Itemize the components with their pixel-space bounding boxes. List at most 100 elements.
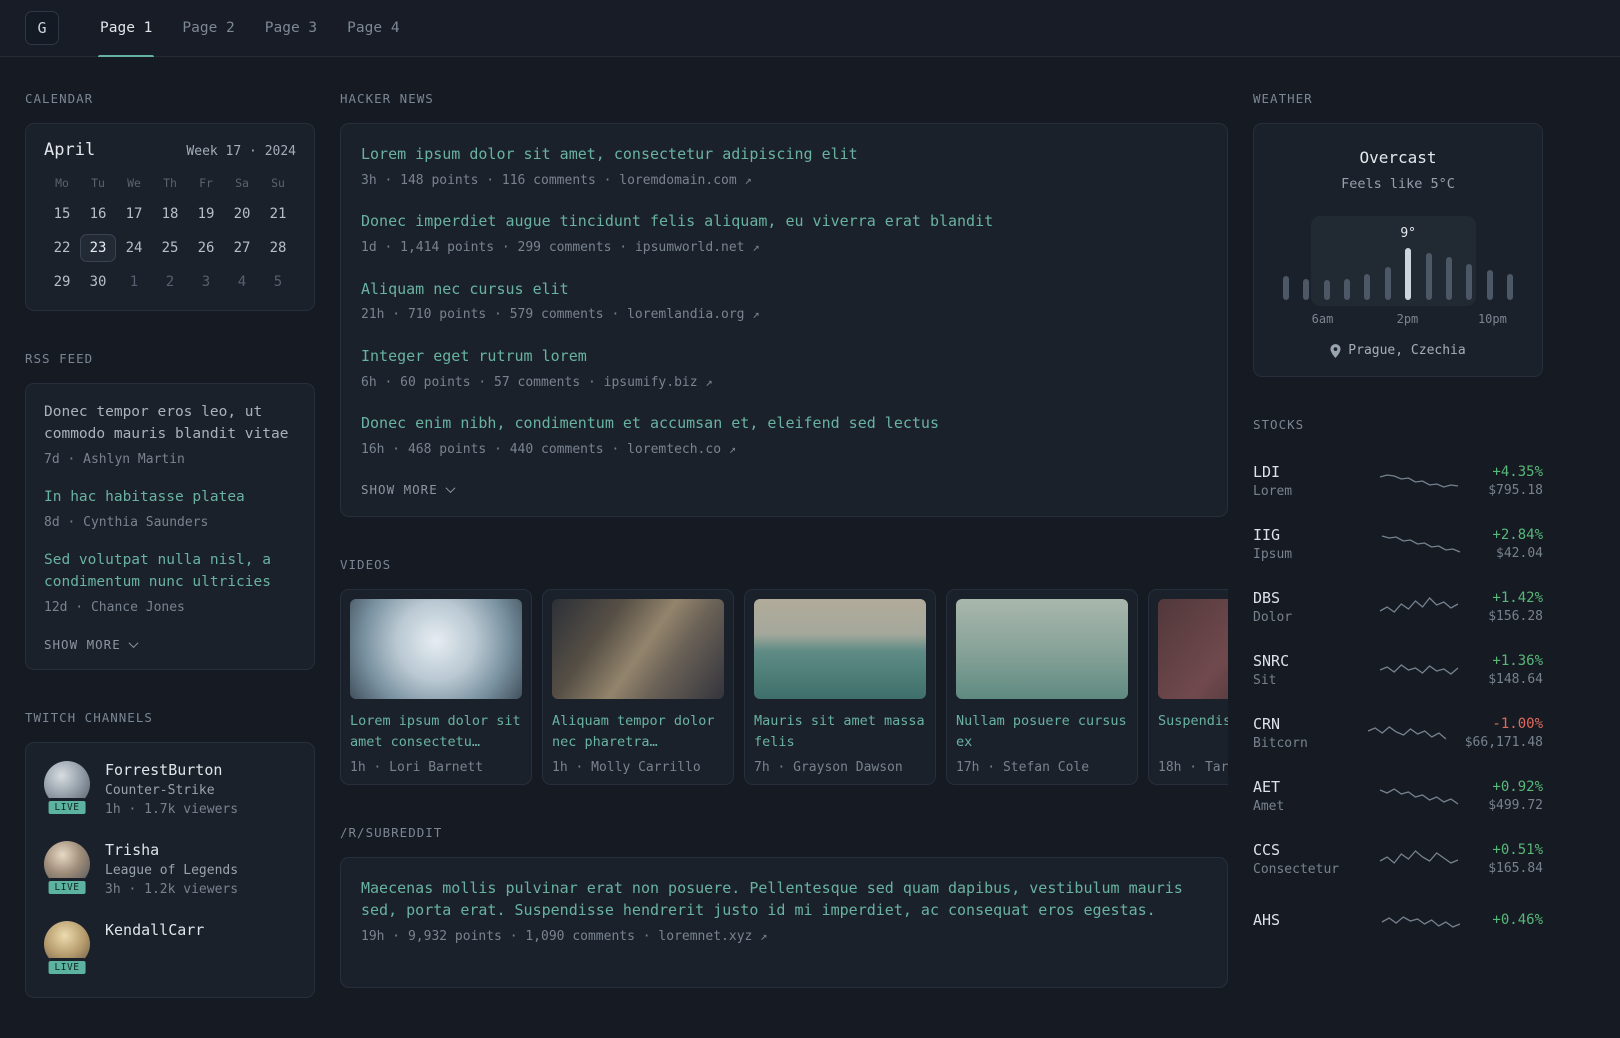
hackernews-widget: HACKER NEWS Lorem ipsum dolor sit amet, … (340, 91, 1228, 518)
stock-name: Sit (1253, 672, 1277, 688)
external-link-icon: ↗ (705, 374, 713, 389)
story-domain-link[interactable]: loremtech.co ↗ (627, 442, 736, 457)
video-title-link[interactable]: Mauris sit amet massa felis (754, 711, 926, 753)
stock-change: +0.51% (1492, 841, 1543, 858)
stock-values: +1.36% $148.64 (1488, 653, 1543, 687)
video-meta: 18h · Tara (1158, 760, 1228, 776)
rss-show-more-button[interactable]: SHOW MORE (44, 637, 139, 652)
rss-item-link[interactable]: In hac habitasse platea (44, 487, 296, 509)
story-title-link[interactable]: Donec enim nibh, condimentum et accumsan… (361, 413, 1207, 435)
calendar-header: April Week 17 · 2024 (44, 140, 296, 160)
video-list: Lorem ipsum dolor sit amet consectetu… 1h… (340, 589, 1228, 786)
story-domain-link[interactable]: loremdomain.com ↗ (619, 173, 751, 188)
weather-bar (1486, 269, 1493, 300)
rss-item: Donec tempor eros leo, ut commodo mauris… (44, 402, 296, 469)
calendar-day: 30 (89, 274, 107, 290)
story-item: Lorem ipsum dolor sit amet, consectetur … (361, 144, 1207, 190)
stock-name: Ipsum (1253, 546, 1293, 562)
calendar-day: 22 (53, 240, 71, 256)
rss-item-link[interactable]: Donec tempor eros leo, ut commodo mauris… (44, 402, 296, 446)
calendar-day: 18 (161, 206, 179, 222)
story-title-link[interactable]: Donec imperdiet augue tincidunt felis al… (361, 211, 1207, 233)
weather-chart: 9° (1280, 216, 1516, 306)
stock-ticker: CCS (1253, 840, 1281, 859)
video-thumbnail[interactable] (754, 599, 926, 700)
calendar-grid: Mo Tu We Th Fr Sa Su 15 16 17 18 19 20 21 22 23 24 25 26 27… (44, 172, 296, 296)
channel-game: Counter-Strike (105, 783, 215, 799)
story-domain-link[interactable]: loremnet.xyz ↗ (658, 929, 767, 944)
video-meta: 1h · Molly Carrillo (552, 760, 701, 776)
stock-values: +1.42% $156.28 (1488, 590, 1543, 624)
channel-name[interactable]: KendallCarr (105, 921, 204, 939)
stock-row[interactable]: CCS Consectetur +0.51% $165.84 (1253, 827, 1543, 890)
weather-bar (1344, 278, 1351, 300)
story-title-link[interactable]: Aliquam nec cursus elit (361, 279, 1207, 301)
channel-name[interactable]: ForrestBurton (105, 761, 238, 779)
video-title-link[interactable]: Lorem ipsum dolor sit amet consectetu… (350, 711, 522, 753)
rss-item-link[interactable]: Sed volutpat nulla nisl, a condimentum n… (44, 550, 296, 594)
video-title-link[interactable]: Suspendisse diam (1158, 711, 1228, 753)
stock-row[interactable]: SNRC Sit +1.36% $148.64 (1253, 638, 1543, 701)
video-card[interactable]: Nullam posuere cursus ex 17h · Stefan Col… (946, 589, 1138, 786)
story-stats: 19h · 9,932 points · 1,090 comments · (361, 928, 659, 944)
right-column: WEATHER Overcast Feels like 5°C 9° 6am 2p… (1253, 91, 1543, 993)
channel-meta: 1h · 1.7k viewers (105, 802, 239, 818)
main-content: CALENDAR April Week 17 · 2024 Mo Tu We Th Fr… (0, 57, 1620, 1038)
video-thumbnail[interactable] (350, 599, 522, 700)
hackernews-widget-title: HACKER NEWS (340, 91, 434, 106)
app-logo[interactable]: G (25, 11, 59, 45)
video-title-link[interactable]: Aliquam tempor dolor nec pharetra… (552, 711, 724, 753)
weather-bar (1445, 257, 1452, 300)
tab-page-2[interactable]: Page 2 (167, 0, 249, 56)
tab-page-1[interactable]: Page 1 (85, 0, 167, 57)
video-card[interactable]: Lorem ipsum dolor sit amet consectetu… 1h… (340, 589, 532, 786)
twitch-channel-row[interactable]: LIVE KendallCarr (44, 921, 296, 978)
video-card[interactable]: Suspendisse diam 18h · Tara (1148, 589, 1228, 786)
story-item: Aliquam nec cursus elit 21h · 710 points … (361, 279, 1207, 325)
stock-change: -1.00% (1492, 715, 1543, 732)
videos-widget-title: VIDEOS (340, 557, 392, 573)
stock-row[interactable]: DBS Dolor +1.42% $156.28 (1253, 575, 1543, 638)
tab-page-3[interactable]: Page 3 (250, 0, 332, 56)
chevron-down-icon (128, 638, 139, 649)
weather-location-row: Prague, Czechia (1272, 343, 1524, 358)
story-domain-link[interactable]: ipsumworld.net ↗ (635, 240, 760, 255)
video-thumbnail[interactable] (1158, 599, 1228, 700)
story-title-link[interactable]: Lorem ipsum dolor sit amet, consectetur … (361, 144, 1207, 166)
stock-row[interactable]: AET Amet +0.92% $499.72 (1253, 764, 1543, 827)
video-title-link[interactable]: Nullam posuere cursus ex (956, 711, 1128, 753)
twitch-channel-row[interactable]: LIVE ForrestBurton Counter-Strike 1h · 1.7k… (44, 761, 296, 818)
location-pin-icon (1330, 343, 1341, 358)
story-domain-link[interactable]: loremlandia.org ↗ (627, 307, 759, 322)
stock-values: +4.35% $795.18 (1488, 464, 1543, 498)
story-meta: 1d · 1,414 points · 299 comments · ipsum… (361, 238, 1207, 258)
hackernews-show-more-button[interactable]: SHOW MORE (361, 482, 456, 497)
stock-change: +1.36% (1492, 652, 1543, 669)
channel-avatar: LIVE (44, 921, 90, 978)
video-thumbnail[interactable] (552, 599, 724, 700)
story-title-link[interactable]: Maecenas mollis pulvinar erat non posuer… (361, 878, 1207, 922)
video-thumbnail[interactable] (956, 599, 1128, 700)
weather-bar (1506, 274, 1513, 300)
video-card[interactable]: Aliquam tempor dolor nec pharetra… 1h · M… (542, 589, 734, 786)
tab-page-4[interactable]: Page 4 (332, 0, 414, 56)
stock-sparkline (1379, 787, 1458, 805)
calendar-week-year: Week 17 · 2024 (186, 144, 296, 159)
stock-values: +0.92% $499.72 (1488, 779, 1543, 813)
channel-name[interactable]: Trisha (105, 841, 238, 859)
stock-row[interactable]: LDI Lorem +4.35% $795.18 (1253, 449, 1543, 512)
twitch-card: LIVE ForrestBurton Counter-Strike 1h · 1.7k… (25, 742, 315, 999)
weather-feels-like: Feels like 5°C (1341, 176, 1455, 192)
story-domain-link[interactable]: ipsumify.biz ↗ (604, 375, 713, 390)
stock-ticker: AET (1253, 777, 1281, 796)
channel-avatar: LIVE (44, 761, 90, 818)
stock-row[interactable]: IIG Ipsum +2.84% $42.04 (1253, 512, 1543, 575)
stock-row[interactable]: AHS +0.46% (1253, 890, 1543, 953)
rss-item: Sed volutpat nulla nisl, a condimentum n… (44, 550, 296, 617)
story-title-link[interactable]: Integer eget rutrum lorem (361, 346, 1207, 368)
stock-row[interactable]: CRN Bitcorn -1.00% $66,171.48 (1253, 701, 1543, 764)
video-card[interactable]: Mauris sit amet massa felis 7h · Grayson … (744, 589, 936, 786)
stock-sparkline (1381, 534, 1460, 553)
calendar-day: 16 (89, 206, 107, 222)
twitch-channel-row[interactable]: LIVE Trisha League of Legends 3h · 1.2k vie… (44, 841, 296, 898)
